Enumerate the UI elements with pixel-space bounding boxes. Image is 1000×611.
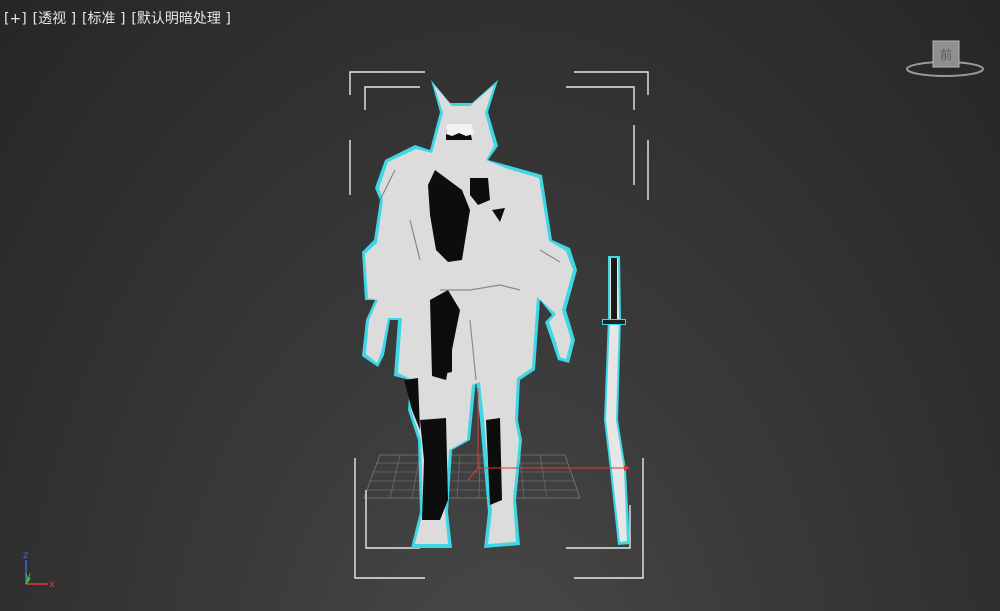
axis-y-label: y [25, 571, 31, 582]
axis-x-label: x [49, 579, 55, 590]
viewcube-front-label: 前 [940, 47, 952, 62]
ground-grid [363, 454, 581, 499]
viewport-scene[interactable] [0, 0, 1000, 611]
axis-z-label: z [23, 550, 28, 561]
sword-model[interactable] [602, 256, 630, 545]
axis-tripod: z y x [23, 550, 55, 590]
viewcube[interactable]: 前 [905, 38, 985, 80]
